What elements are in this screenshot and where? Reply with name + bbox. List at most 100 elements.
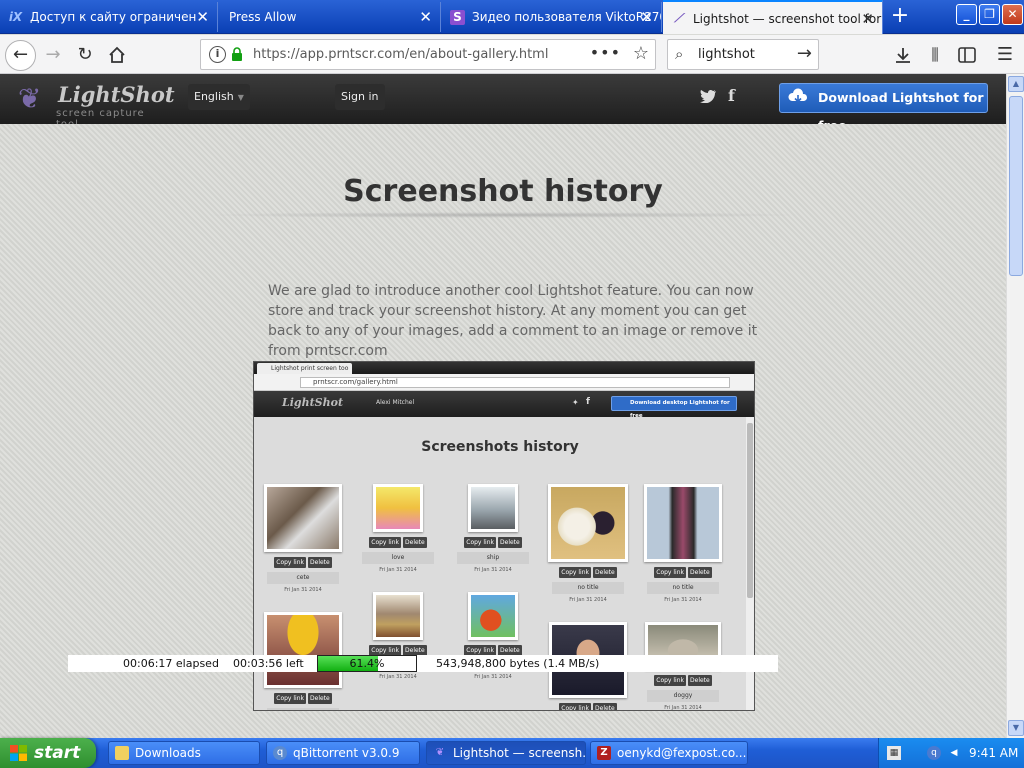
lightshot-logo[interactable]: ❦ LightShot screen capture tool <box>18 80 175 130</box>
start-button[interactable]: start <box>0 738 96 768</box>
delete-button: Delete <box>308 693 332 704</box>
tab-label: Press Allow <box>229 10 297 24</box>
new-tab-button[interactable]: + <box>885 4 915 30</box>
downloads-button[interactable] <box>888 40 918 70</box>
delete-button: Delete <box>403 537 427 548</box>
progress-bar: 61.4% <box>317 655 417 672</box>
copy-link-button: Copy link <box>654 567 687 578</box>
delete-button: Delete <box>308 557 332 568</box>
card-actions: Copy link Delete <box>453 537 533 548</box>
card-actions: Copy link Delete <box>263 693 343 704</box>
card-title: ship <box>457 552 529 564</box>
scroll-down-arrow-icon[interactable]: ▼ <box>1008 720 1024 736</box>
menu-button[interactable]: ☰ <box>990 40 1020 70</box>
thumbnail <box>548 484 628 562</box>
taskbar-item-firefox[interactable]: ❦ Lightshot — screensh... <box>426 741 586 765</box>
home-icon <box>109 46 125 63</box>
elapsed-time: 00:06:17 elapsed <box>123 657 219 670</box>
title-divider <box>200 212 806 218</box>
library-button[interactable]: ⫼ <box>920 40 950 70</box>
close-icon[interactable]: ✕ <box>419 2 432 32</box>
preview-nav-bar: prntscr.com/gallery.html <box>254 374 754 391</box>
twitter-icon[interactable] <box>700 89 717 104</box>
forward-button[interactable]: → <box>38 40 68 70</box>
search-bar[interactable]: ⌕ lightshot → <box>667 39 819 70</box>
hamburger-icon: ☰ <box>996 44 1014 65</box>
info-icon[interactable]: i <box>209 46 226 63</box>
home-button[interactable] <box>102 40 132 70</box>
close-icon[interactable]: ✕ <box>861 2 874 34</box>
card-date: Fri Jan 31 2014 <box>664 705 702 711</box>
taskbar-item-qbittorrent[interactable]: q qBittorrent v3.0.9 <box>266 741 420 765</box>
tab-access-restricted[interactable]: iX Доступ к сайту ограничен ✕ <box>0 2 218 32</box>
copy-link-button: Copy link <box>369 537 402 548</box>
thumbnail <box>468 484 518 532</box>
scroll-up-arrow-icon[interactable]: ▲ <box>1008 76 1024 92</box>
card-title: no title <box>552 582 624 594</box>
reload-button[interactable]: ↻ <box>70 40 100 70</box>
keyboard-icon[interactable]: ▦ <box>887 746 901 760</box>
tab-press-allow[interactable]: Press Allow ✕ <box>219 2 441 32</box>
card-title: doggy <box>647 690 719 702</box>
facebook-icon[interactable]: f <box>728 86 735 105</box>
page-scrollbar[interactable]: ▲ ▼ <box>1006 74 1024 738</box>
download-progress-overlay: 00:06:17 elapsed 00:03:56 left 61.4% 543… <box>68 655 778 672</box>
page-title: Screenshot history <box>343 174 663 209</box>
card-date: Fri Jan 31 2014 <box>664 597 702 603</box>
back-button[interactable]: ← <box>5 40 36 71</box>
card-date: Fri Jan 31 2014 <box>569 597 607 603</box>
thumbnail <box>264 484 342 552</box>
search-input[interactable]: lightshot <box>698 47 755 62</box>
preview-title: Screenshots history <box>421 439 579 455</box>
copy-link-button: Copy link <box>274 693 307 704</box>
download-lightshot-button[interactable]: Download Lightshot for free <box>779 83 988 133</box>
tab-label: Доступ к сайту ограничен <box>30 10 197 24</box>
speaker-icon[interactable]: ◀ <box>947 746 961 760</box>
sidebar-button[interactable] <box>952 40 982 70</box>
card-date: Fri Jan 31 2014 <box>284 587 322 593</box>
window-close-button[interactable]: ✕ <box>1002 4 1023 25</box>
maximize-button[interactable]: ❐ <box>979 4 1000 25</box>
download-arrow-icon <box>896 48 910 63</box>
search-go-icon[interactable]: → <box>797 43 812 64</box>
copy-link-button: Copy link <box>464 537 497 548</box>
language-selector[interactable]: English ▼ <box>188 84 250 110</box>
clock: 9:41 AM <box>969 746 1019 760</box>
thumbnail <box>644 484 722 562</box>
address-bar[interactable]: i https://app.prntscr.com/en/about-galle… <box>200 39 656 70</box>
signin-button[interactable]: Sign in <box>335 84 385 110</box>
s-icon: S <box>450 10 465 25</box>
delete-button: Delete <box>688 567 712 578</box>
qbittorrent-tray-icon[interactable]: q <box>927 746 941 760</box>
delete-button: Delete <box>498 537 522 548</box>
card-actions: Copy link Delete <box>643 675 723 686</box>
feather-icon: ❦ <box>435 747 445 758</box>
delete-button: Delete <box>593 567 617 578</box>
preview-card: Copy link Delete no title Fri Jan 31 2014 <box>643 484 723 603</box>
page-actions-icon[interactable]: ••• <box>590 43 621 62</box>
card-date: Fri Jan 31 2014 <box>379 567 417 573</box>
scrollbar-thumb[interactable] <box>1009 96 1023 276</box>
bookmark-star-icon[interactable]: ☆ <box>633 43 649 64</box>
preview-card: Copy link Delete no title Fri Jan 31 2014 <box>548 484 628 603</box>
taskbar-item-downloads[interactable]: Downloads <box>108 741 260 765</box>
close-icon[interactable]: ✕ <box>640 2 653 32</box>
progress-percent: 61.4% <box>349 657 385 670</box>
tab-label: Lightshot — screenshot tool for M <box>693 12 883 26</box>
card-date: Fri Jan 31 2014 <box>474 674 512 680</box>
taskbar-item-filezilla[interactable]: Z oenykd@fexpost.co... <box>590 741 748 765</box>
navigation-bar: ← → ↻ i https://app.prntscr.com/en/about… <box>0 35 1024 74</box>
tab-video[interactable]: S Зидео пользователя ViktoR270- ✕ <box>442 2 662 32</box>
close-icon[interactable]: ✕ <box>196 2 209 32</box>
windows-flag-icon <box>10 745 27 761</box>
tab-lightshot[interactable]: ⟋ Lightshot — screenshot tool for M ✕ <box>663 0 883 34</box>
folder-icon <box>115 746 129 760</box>
card-actions: Copy link Delete <box>263 557 343 568</box>
thumbnail <box>373 484 423 532</box>
task-label: qBittorrent v3.0.9 <box>293 746 400 760</box>
ix-icon: iX <box>8 10 23 24</box>
card-title: no title <box>647 582 719 594</box>
filezilla-icon: Z <box>597 746 611 760</box>
minimize-button[interactable]: _ <box>956 4 977 25</box>
card-title <box>267 708 339 710</box>
